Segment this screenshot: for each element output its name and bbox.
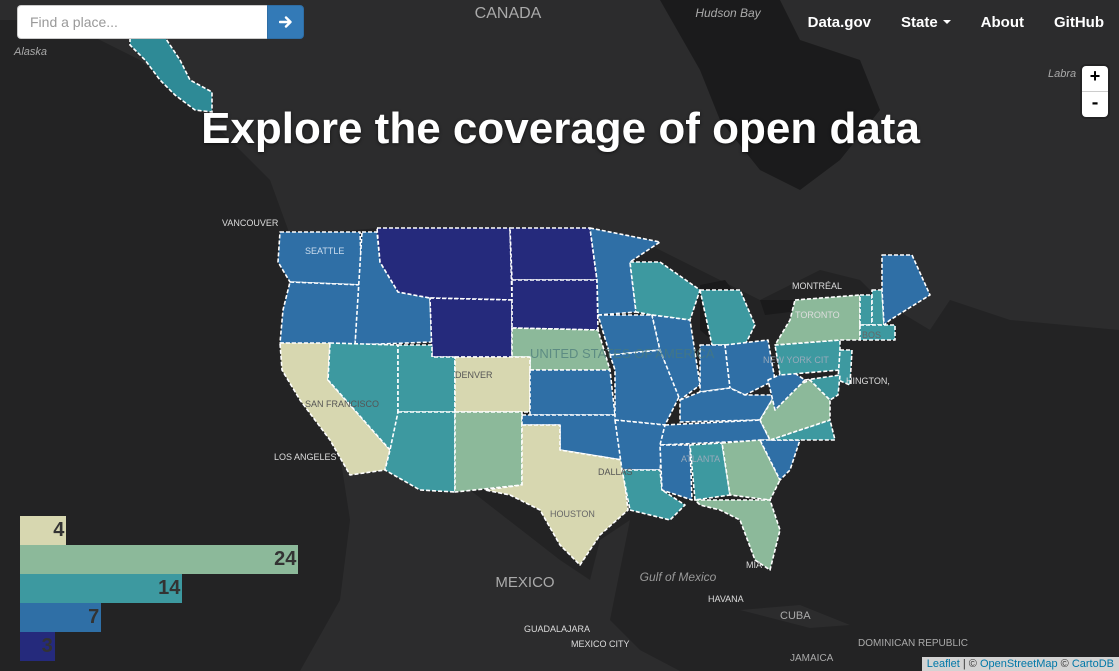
legend-bar-value: 3	[41, 635, 53, 657]
state-vermont[interactable]	[859, 294, 873, 326]
top-nav: Data.gov State About GitHub	[793, 0, 1119, 44]
map-attribution: Leaflet | © OpenStreetMap © CartoDB	[921, 657, 1119, 671]
map-label-gulf: Gulf of Mexico	[640, 570, 717, 584]
map-label-hudson-bay: Hudson Bay	[695, 6, 761, 20]
nav-state-dropdown[interactable]: State	[886, 14, 966, 31]
legend-bar: 3	[20, 632, 55, 661]
map-label-toronto: TORONTO	[795, 310, 840, 320]
attribution-sep-2: ©	[1057, 658, 1072, 670]
map-label-vancouver: VANCOUVER	[222, 218, 279, 228]
map-label-miami: MIA	[746, 560, 762, 570]
map-label-alaska: Alaska	[13, 46, 47, 58]
state-new-mexico[interactable]	[454, 411, 523, 493]
state-washington[interactable]	[277, 231, 363, 286]
map-label-denver: DENVER	[455, 370, 493, 380]
legend-bar-value: 24	[274, 548, 297, 570]
leaflet-link[interactable]: Leaflet	[927, 658, 960, 670]
search-input[interactable]	[17, 5, 267, 39]
state-colorado[interactable]	[454, 356, 531, 413]
nav-state-label: State	[900, 13, 938, 31]
legend-bar: 4	[20, 516, 67, 545]
map-label-dominican: DOMINICAN REPUBLIC	[858, 638, 968, 649]
map-label-atlanta: ATLANTA	[681, 454, 720, 464]
attribution-sep-1: | ©	[959, 658, 980, 670]
map-label-montreal: MONTRÉAL	[792, 281, 842, 291]
map-label-san-francisco: SAN FRANCISCO	[305, 399, 379, 409]
map-label-havana: HAVANA	[708, 594, 744, 604]
map-label-cuba: CUBA	[780, 610, 811, 622]
legend-bar: 7	[20, 603, 102, 632]
map-label-houston: HOUSTON	[550, 509, 595, 519]
state-south-dakota[interactable]	[511, 279, 599, 331]
map-label-seattle: SEATTLE	[305, 246, 344, 256]
map-label-jamaica: JAMAICA	[790, 653, 834, 664]
osm-link[interactable]: OpenStreetMap	[980, 658, 1058, 670]
nav-about[interactable]: About	[966, 14, 1039, 31]
zoom-in-button[interactable]: +	[1082, 66, 1108, 92]
map-label-canada: CANADA	[475, 5, 542, 22]
state-oregon[interactable]	[279, 281, 363, 346]
map-label-new-york: NEW YORK CIT	[763, 355, 829, 365]
cartodb-link[interactable]: CartoDB	[1072, 658, 1114, 670]
state-wyoming[interactable]	[429, 297, 513, 358]
legend-bar: 24	[20, 545, 299, 574]
arrow-right-icon	[278, 16, 292, 28]
caret-down-icon	[942, 20, 951, 24]
map-label-washington: HINGTON,	[846, 376, 890, 386]
legend-bar-value: 7	[88, 606, 100, 628]
state-arkansas[interactable]	[614, 419, 666, 471]
map-label-mexico-city: MEXICO CITY	[571, 639, 630, 649]
state-north-dakota[interactable]	[509, 227, 598, 281]
map-label-dallas: DALLAS	[598, 467, 633, 477]
map-label-labrador: Labra	[1048, 68, 1076, 80]
legend-bar-value: 14	[158, 577, 181, 599]
state-montana[interactable]	[376, 227, 513, 301]
state-kansas[interactable]	[529, 369, 616, 416]
map-label-mexico: MEXICO	[495, 574, 554, 591]
legend-bar-value: 4	[53, 519, 65, 541]
legend-bar: 14	[20, 574, 183, 603]
map-label-los-angeles: LOS ANGELES	[274, 452, 337, 462]
map-label-guadalajara: GUADALAJARA	[524, 624, 590, 634]
search-submit-button[interactable]	[267, 5, 304, 39]
legend-histogram: 4 24 14 7 3	[20, 516, 299, 661]
page-title: Explore the coverage of open data	[201, 104, 920, 153]
map-label-usa: UNITED STATES OF AMERICA	[530, 346, 715, 361]
map-label-boston: BOS	[862, 330, 881, 340]
nav-datagov[interactable]: Data.gov	[793, 14, 886, 31]
nav-github[interactable]: GitHub	[1039, 14, 1119, 31]
place-search	[17, 5, 304, 39]
